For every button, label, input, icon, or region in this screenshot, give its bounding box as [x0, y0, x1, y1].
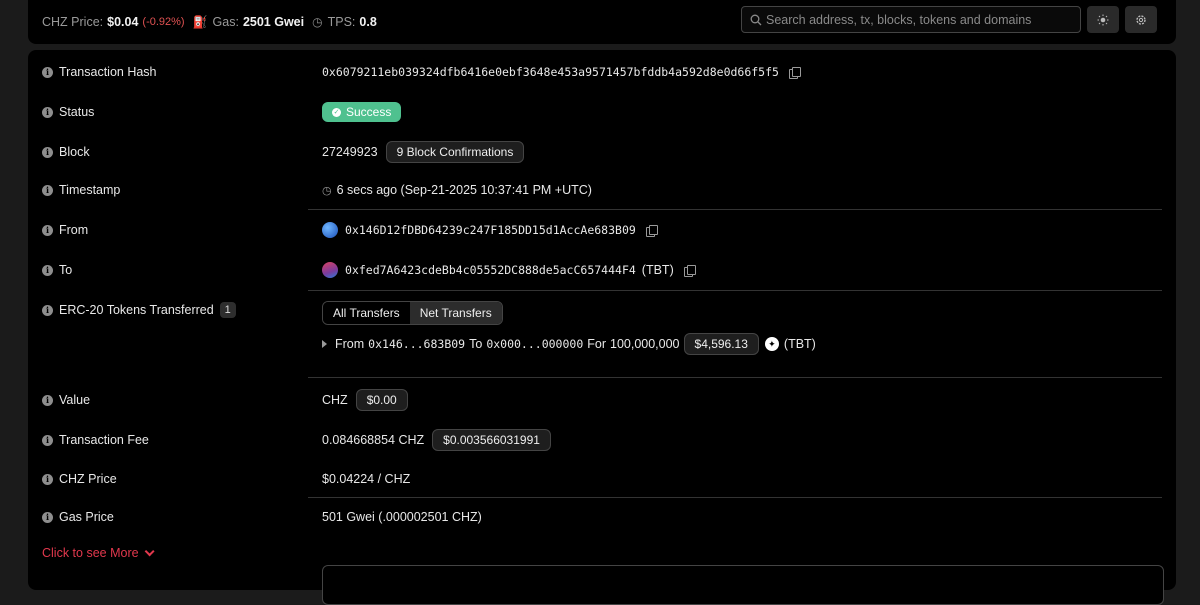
- block-confirmations-badge: 9 Block Confirmations: [385, 141, 525, 163]
- search-input[interactable]: [766, 12, 1080, 27]
- divider: [308, 497, 1162, 498]
- block-number-link[interactable]: 27249923: [322, 145, 378, 159]
- check-circle-icon: ✓: [332, 107, 341, 117]
- theme-toggle-button[interactable]: [1087, 6, 1119, 33]
- chz-price-value: $0.04: [107, 15, 139, 29]
- see-more-text: Click to see More: [42, 546, 139, 560]
- gas-price-label: Gas Price: [59, 510, 114, 524]
- tab-net-transfers[interactable]: Net Transfers: [409, 302, 502, 324]
- to-address-link[interactable]: 0xfed7A6423cdeBb4c05552DC888de5acC657444…: [345, 263, 636, 277]
- search-box[interactable]: [741, 6, 1081, 33]
- copy-icon[interactable]: [788, 66, 801, 79]
- to-avatar: [322, 262, 338, 278]
- value-usd-badge: $0.00: [355, 389, 408, 411]
- row-status: i Status ✓ Success: [42, 102, 1162, 122]
- info-icon[interactable]: i: [42, 146, 53, 158]
- speedometer-icon: ◷: [312, 15, 323, 29]
- tps-value: 0.8: [359, 15, 377, 29]
- row-transaction-fee: i Transaction Fee 0.084668854 CHZ $0.0035…: [42, 429, 1162, 451]
- transfer-to-address[interactable]: 0x000...000000: [486, 337, 583, 351]
- divider: [308, 377, 1162, 378]
- row-transaction-hash: i Transaction Hash 0x6079211eb039324dfb64…: [42, 64, 1162, 80]
- value-amount: CHZ: [322, 393, 348, 407]
- gas-label: Gas:: [212, 15, 239, 29]
- status-text: Success: [346, 105, 392, 119]
- transfer-for-word: For: [587, 337, 606, 351]
- erc20-label: ERC-20 Tokens Transferred: [59, 303, 214, 317]
- copy-icon[interactable]: [645, 224, 658, 237]
- see-more-link[interactable]: Click to see More: [42, 545, 155, 560]
- to-token-tag: (TBT): [641, 263, 674, 277]
- fuel-pump-icon: ⛽: [192, 15, 208, 29]
- gas-price-value: 501 Gwei (.000002501 CHZ): [322, 510, 482, 524]
- row-to: i To 0xfed7A6423cdeBb4c05552DC888de5acC65…: [42, 262, 1162, 278]
- from-avatar: [322, 222, 338, 238]
- stats-bar: CHZ Price: $0.04 (-0.92%) ⛽ Gas: 2501 Gw…: [28, 0, 1176, 44]
- transfer-tabs: All Transfers Net Transfers: [322, 301, 503, 325]
- info-icon[interactable]: i: [42, 473, 53, 485]
- transfer-from-address[interactable]: 0x146...683B09: [368, 337, 465, 351]
- info-icon[interactable]: i: [42, 394, 53, 406]
- chz-price-stat: CHZ Price: $0.04 (-0.92%): [42, 15, 185, 29]
- tps-stat: ◷ TPS: 0.8: [312, 15, 377, 29]
- chz-price-row-value: $0.04224 / CHZ: [322, 472, 411, 486]
- row-from: i From 0x146D12fDBD64239c247F185DD15d1Acc…: [42, 222, 1162, 238]
- from-label: From: [59, 223, 89, 237]
- fee-label: Transaction Fee: [59, 433, 149, 447]
- chevron-down-icon: [144, 545, 155, 556]
- divider: [308, 290, 1162, 291]
- settings-button[interactable]: [1125, 6, 1157, 33]
- status-label: Status: [59, 105, 95, 119]
- status-badge: ✓ Success: [322, 102, 402, 122]
- row-block: i Block 27249923 9 Block Confirmations: [42, 141, 1162, 163]
- info-icon[interactable]: i: [42, 224, 53, 236]
- row-gas-price: i Gas Price 501 Gwei (.000002501 CHZ): [42, 509, 1162, 525]
- transfer-from-word: From: [335, 337, 365, 351]
- chz-price-change: (-0.92%): [142, 16, 185, 28]
- chz-price-label: CHZ Price:: [42, 15, 104, 29]
- transfer-amount: 100,000,000: [610, 337, 680, 351]
- row-value: i Value CHZ $0.00: [42, 389, 1162, 411]
- token-transfer-row: From 0x146...683B09 To 0x000...000000 Fo…: [322, 333, 816, 355]
- fee-usd-badge: $0.003566031991: [432, 429, 551, 451]
- token-logo-icon: ✦: [764, 337, 779, 351]
- timestamp-value: 6 secs ago (Sep-21-2025 10:37:41 PM +UTC…: [336, 183, 592, 197]
- info-icon[interactable]: i: [42, 304, 53, 316]
- search-icon: [750, 14, 762, 25]
- gas-stat: ⛽ Gas: 2501 Gwei: [193, 15, 305, 29]
- chz-price-row-label: CHZ Price: [59, 472, 117, 486]
- tab-all-transfers[interactable]: All Transfers: [323, 302, 410, 324]
- row-timestamp: i Timestamp ◷ 6 secs ago (Sep-21-2025 10:…: [42, 182, 1162, 198]
- value-label: Value: [59, 393, 91, 407]
- info-icon[interactable]: i: [42, 264, 53, 276]
- gear-icon: [1136, 14, 1146, 25]
- transaction-hash-value: 0x6079211eb039324dfb6416e0ebf3648e453a95…: [322, 65, 779, 79]
- transfer-to-word: To: [469, 337, 483, 351]
- info-icon[interactable]: i: [42, 106, 53, 118]
- transfer-usd-badge: $4,596.13: [683, 333, 759, 355]
- transaction-hash-label: Transaction Hash: [59, 65, 157, 79]
- info-icon[interactable]: i: [42, 434, 53, 446]
- info-icon[interactable]: i: [42, 66, 53, 78]
- to-label: To: [59, 263, 73, 277]
- transfer-token-link[interactable]: (TBT): [784, 337, 816, 351]
- transaction-details-card: i Transaction Hash 0x6079211eb039324dfb64…: [28, 50, 1176, 605]
- row-chz-price: i CHZ Price $0.04224 / CHZ: [42, 471, 1162, 487]
- from-address-link[interactable]: 0x146D12fDBD64239c247F185DD15d1AccAe683B…: [345, 223, 636, 237]
- copy-icon[interactable]: [683, 264, 696, 277]
- sun-icon: [1097, 14, 1109, 25]
- tps-label: TPS:: [327, 15, 356, 29]
- timestamp-label: Timestamp: [59, 183, 121, 197]
- erc20-count-badge: 1: [219, 302, 236, 318]
- info-icon[interactable]: i: [42, 511, 53, 523]
- block-label: Block: [59, 145, 90, 159]
- fee-amount: 0.084668854 CHZ: [322, 433, 425, 447]
- gas-value: 2501 Gwei: [242, 15, 305, 29]
- row-erc20-label: i ERC-20 Tokens Transferred 1: [42, 301, 1162, 319]
- divider: [308, 209, 1162, 210]
- input-data-box[interactable]: [322, 565, 1164, 605]
- info-icon[interactable]: i: [42, 184, 53, 196]
- caret-right-icon[interactable]: [322, 340, 327, 348]
- clock-icon: ◷: [322, 184, 332, 197]
